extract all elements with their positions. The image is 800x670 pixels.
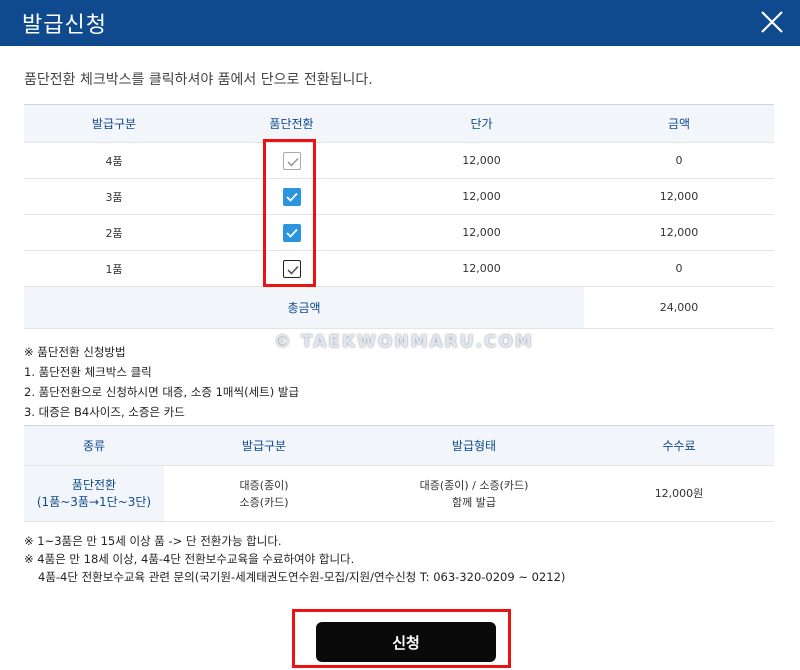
note-line: ※ 1~3품은 만 15세 이상 품 -> 단 전환가능 합니다.: [24, 534, 282, 548]
kind-line: (1품~3품→1단~3단): [36, 494, 152, 509]
column-header: 발급구분: [24, 104, 204, 143]
check-icon: [286, 265, 299, 275]
close-icon[interactable]: [758, 8, 786, 36]
unit-price-cell: 12,000: [379, 250, 584, 287]
total-amount: 24,000: [584, 286, 774, 329]
dialog-header: 발급신청: [0, 0, 800, 46]
conversion-checkbox-3pum[interactable]: [282, 187, 301, 206]
column-header: 발급구분: [164, 425, 364, 466]
grade-cell: 3품: [24, 178, 204, 215]
watermark: © TAEKWONMARU.COM: [274, 332, 534, 352]
note-line: ※ 4품은 만 18세 이상, 4품-4단 전환보수교육을 수료하여야 합니다.: [24, 552, 355, 566]
conversion-checkbox-2pum[interactable]: [282, 223, 301, 242]
form-line: 함께 발급: [452, 495, 496, 509]
unit-price-cell: 12,000: [379, 178, 584, 215]
grade-cell: 1품: [24, 250, 204, 287]
category-line: 소증(카드): [239, 495, 289, 509]
category-cell: 대증(종이) 소증(카드): [164, 465, 364, 522]
column-header: 종류: [24, 425, 164, 466]
total-row: 총금액 24,000: [24, 286, 774, 329]
conversion-checkbox-1pum[interactable]: [282, 259, 301, 278]
table-row: 4품 12,000 0: [24, 142, 774, 179]
amount-cell: 0: [584, 250, 774, 287]
instruction-text: 품단전환 체크박스를 클릭하셔야 품에서 단으로 전환됩니다.: [24, 72, 373, 88]
table-header-row: 발급구분 품단전환 단가 금액: [24, 104, 774, 143]
form-cell: 대증(종이) / 소증(카드) 함께 발급: [364, 465, 584, 522]
category-line: 대증(종이): [239, 478, 289, 492]
table-row: 품단전환 (1품~3품→1단~3단) 대증(종이) 소증(카드) 대증(종이) …: [24, 465, 774, 522]
unit-price-cell: 12,000: [379, 214, 584, 251]
dialog-title: 발급신청: [22, 13, 107, 38]
note-line: ※ 품단전환 신청방법: [24, 345, 126, 359]
note-line: 2. 품단전환으로 신청하시면 대증, 소증 1매씩(세트) 발급: [24, 385, 300, 399]
check-icon: [285, 228, 298, 238]
column-header: 수수료: [584, 425, 774, 466]
column-header: 단가: [379, 104, 584, 143]
form-line: 대증(종이) / 소증(카드): [419, 478, 529, 492]
column-header: 품단전환: [204, 104, 379, 143]
note-line: 1. 품단전환 체크박스 클릭: [24, 365, 152, 379]
apply-button[interactable]: 신청: [316, 622, 496, 662]
grade-cell: 4품: [24, 142, 204, 179]
conversion-checkbox-4pum[interactable]: [282, 151, 301, 170]
total-label: 총금액: [24, 286, 584, 329]
amount-cell: 12,000: [584, 214, 774, 251]
eligibility-notes: ※ 1~3품은 만 15세 이상 품 -> 단 전환가능 합니다. ※ 4품은 …: [24, 532, 565, 586]
kind-cell: 품단전환 (1품~3품→1단~3단): [24, 465, 164, 522]
note-line: 3. 대증은 B4사이즈, 소증은 카드: [24, 405, 185, 419]
amount-cell: 12,000: [584, 178, 774, 215]
unit-price-cell: 12,000: [379, 142, 584, 179]
check-icon: [285, 192, 298, 202]
note-line: 4품-4단 전환보수교육 관련 문의(국기원-세계태권도연수원-모집/지원/연수…: [38, 570, 566, 584]
issuance-table: 발급구분 품단전환 단가 금액 4품 12,000 0 3품 12,000 12…: [24, 104, 774, 329]
table-row: 2품 12,000 12,000: [24, 214, 774, 251]
fee-cell: 12,000원: [584, 465, 774, 522]
kind-line: 품단전환: [71, 477, 117, 492]
grade-cell: 2품: [24, 214, 204, 251]
column-header: 금액: [584, 104, 774, 143]
column-header: 발급형태: [364, 425, 584, 466]
check-icon: [286, 157, 299, 167]
table-header-row: 종류 발급구분 발급형태 수수료: [24, 425, 774, 466]
application-method-notes: ※ 품단전환 신청방법 1. 품단전환 체크박스 클릭 2. 품단전환으로 신청…: [24, 342, 299, 422]
table-row: 1품 12,000 0: [24, 250, 774, 287]
fee-table: 종류 발급구분 발급형태 수수료 품단전환 (1품~3품→1단~3단) 대증(종…: [24, 425, 774, 522]
amount-cell: 0: [584, 142, 774, 179]
table-row: 3품 12,000 12,000: [24, 178, 774, 215]
